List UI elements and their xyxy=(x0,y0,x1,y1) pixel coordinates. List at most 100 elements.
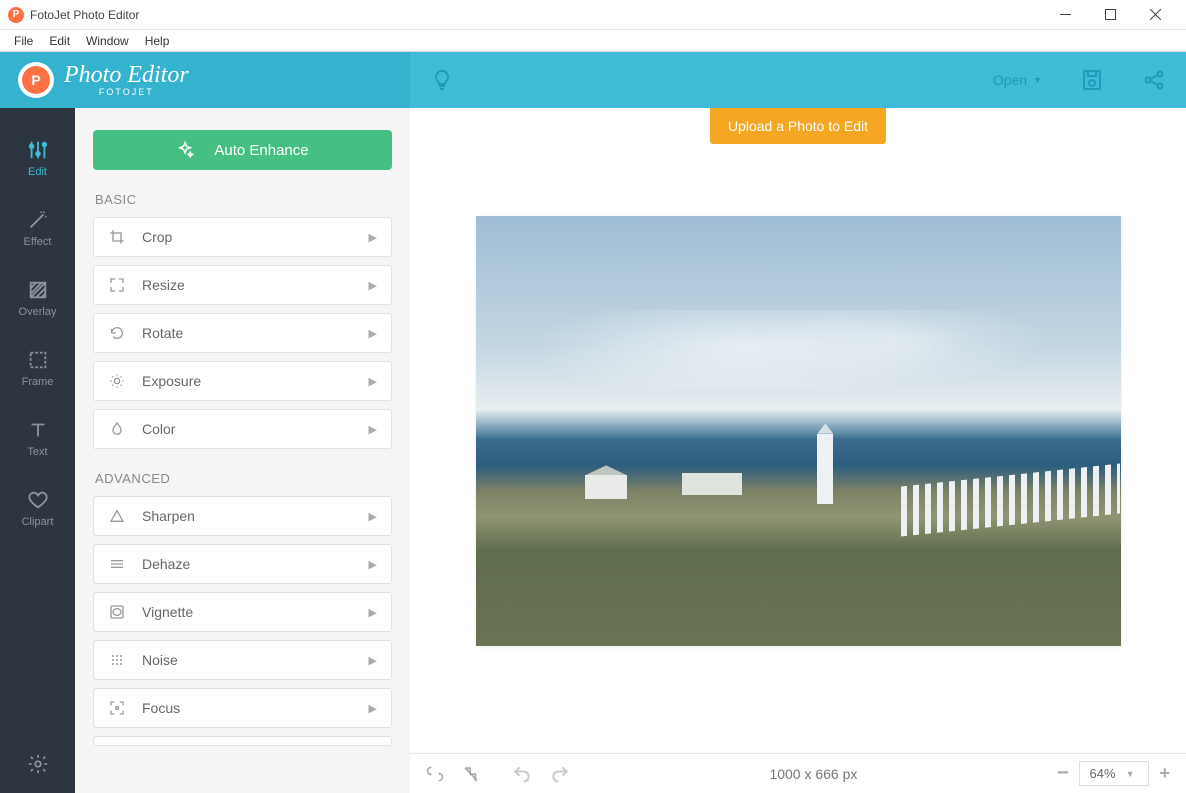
maximize-icon xyxy=(1105,9,1116,20)
tool-label: Dehaze xyxy=(142,556,369,572)
chevron-right-icon: ▶ xyxy=(369,654,377,667)
titlebar: P FotoJet Photo Editor xyxy=(0,0,1186,30)
tool-row-overflow[interactable] xyxy=(93,736,392,746)
tool-label: Resize xyxy=(142,277,369,293)
chevron-right-icon: ▶ xyxy=(369,558,377,571)
rotate-icon xyxy=(108,325,126,341)
brand-text: Photo Editor FOTOJET xyxy=(64,63,189,97)
before-after-button[interactable] xyxy=(462,765,480,783)
tool-label: Focus xyxy=(142,700,369,716)
sidenav-label: Frame xyxy=(22,376,54,388)
lines-icon xyxy=(108,556,126,572)
minimize-button[interactable] xyxy=(1043,0,1088,30)
menu-help[interactable]: Help xyxy=(137,32,178,50)
tool-vignette[interactable]: Vignette ▶ xyxy=(93,592,392,632)
menubar: File Edit Window Help xyxy=(0,30,1186,52)
upload-tooltip: Upload a Photo to Edit xyxy=(710,108,886,144)
frame-icon xyxy=(27,349,49,371)
chevron-right-icon: ▶ xyxy=(369,606,377,619)
sidenav-label: Clipart xyxy=(22,516,54,528)
share-button[interactable] xyxy=(1142,68,1166,92)
sun-icon xyxy=(108,373,126,389)
sidenav-item-frame[interactable]: Frame xyxy=(0,336,75,400)
tool-label: Crop xyxy=(142,229,369,245)
auto-enhance-button[interactable]: Auto Enhance xyxy=(93,130,392,170)
focus-icon xyxy=(108,700,126,716)
chevron-right-icon: ▶ xyxy=(369,375,377,388)
sidenav-label: Effect xyxy=(24,236,52,248)
tool-crop[interactable]: Crop ▶ xyxy=(93,217,392,257)
sidenav-item-clipart[interactable]: Clipart xyxy=(0,476,75,540)
chevron-right-icon: ▶ xyxy=(369,279,377,292)
zoom-value: 64% xyxy=(1090,766,1116,781)
sidenav-item-edit[interactable]: Edit xyxy=(0,126,75,190)
tool-focus[interactable]: Focus ▶ xyxy=(93,688,392,728)
menu-file[interactable]: File xyxy=(6,32,41,50)
chevron-right-icon: ▶ xyxy=(369,510,377,523)
brand-sub: FOTOJET xyxy=(64,87,189,97)
canvas-stage[interactable] xyxy=(410,108,1186,753)
lightbulb-button[interactable] xyxy=(430,68,454,92)
tool-label: Sharpen xyxy=(142,508,369,524)
sidenav-item-overlay[interactable]: Overlay xyxy=(0,266,75,330)
maximize-button[interactable] xyxy=(1088,0,1133,30)
auto-enhance-label: Auto Enhance xyxy=(214,142,308,159)
sidenav-item-effect[interactable]: Effect xyxy=(0,196,75,260)
tool-rotate[interactable]: Rotate ▶ xyxy=(93,313,392,353)
hatch-icon xyxy=(27,279,49,301)
zoom-in-button[interactable]: + xyxy=(1159,763,1170,784)
close-icon xyxy=(1150,9,1161,20)
sidenav-item-text[interactable]: Text xyxy=(0,406,75,470)
brand: P Photo Editor FOTOJET xyxy=(0,52,410,108)
brand-main: Photo Editor xyxy=(64,63,189,87)
app-body: Edit Effect Overlay Frame Text Clipart xyxy=(0,108,1186,793)
redo-icon xyxy=(550,764,570,784)
undo-button[interactable] xyxy=(512,764,532,784)
menu-window[interactable]: Window xyxy=(78,32,137,50)
settings-button[interactable] xyxy=(27,753,49,793)
share-icon xyxy=(1142,68,1166,92)
brand-logo-icon: P xyxy=(18,62,54,98)
lightbulb-icon xyxy=(430,68,454,92)
triangle-icon xyxy=(108,508,126,524)
zoom-controls: − 64% ▼ + xyxy=(1057,761,1170,786)
window-title: FotoJet Photo Editor xyxy=(30,8,1043,22)
tool-sharpen[interactable]: Sharpen ▶ xyxy=(93,496,392,536)
save-button[interactable] xyxy=(1080,68,1104,92)
compare-button[interactable] xyxy=(426,765,444,783)
save-icon xyxy=(1080,68,1104,92)
redo-button[interactable] xyxy=(550,764,570,784)
before-after-icon xyxy=(462,765,480,783)
sparkle-icon xyxy=(176,141,194,159)
gear-icon xyxy=(27,753,49,775)
sidenav-label: Text xyxy=(27,446,47,458)
caret-down-icon: ▼ xyxy=(1033,75,1042,85)
heart-icon xyxy=(27,489,49,511)
sidenav-label: Edit xyxy=(28,166,47,178)
sliders-icon xyxy=(27,139,49,161)
tool-resize[interactable]: Resize ▶ xyxy=(93,265,392,305)
crop-icon xyxy=(108,229,126,245)
open-button[interactable]: Open ▼ xyxy=(993,72,1042,88)
chevron-right-icon: ▶ xyxy=(369,702,377,715)
tool-label: Exposure xyxy=(142,373,369,389)
drop-icon xyxy=(108,421,126,437)
tool-color[interactable]: Color ▶ xyxy=(93,409,392,449)
undo-icon xyxy=(512,764,532,784)
menu-edit[interactable]: Edit xyxy=(41,32,78,50)
tool-exposure[interactable]: Exposure ▶ xyxy=(93,361,392,401)
chevron-right-icon: ▶ xyxy=(369,423,377,436)
zoom-select[interactable]: 64% ▼ xyxy=(1079,761,1150,786)
tool-dehaze[interactable]: Dehaze ▶ xyxy=(93,544,392,584)
basic-section-label: BASIC xyxy=(95,192,392,207)
open-label: Open xyxy=(993,72,1027,88)
photo-preview xyxy=(476,216,1121,646)
app-header: P Photo Editor FOTOJET Open ▼ xyxy=(0,52,1186,108)
edit-panel: Auto Enhance BASIC Crop ▶ Resize ▶ Rotat… xyxy=(75,108,410,793)
tool-label: Rotate xyxy=(142,325,369,341)
tool-noise[interactable]: Noise ▶ xyxy=(93,640,392,680)
wand-icon xyxy=(27,209,49,231)
tool-label: Vignette xyxy=(142,604,369,620)
zoom-out-button[interactable]: − xyxy=(1057,762,1069,785)
close-button[interactable] xyxy=(1133,0,1178,30)
